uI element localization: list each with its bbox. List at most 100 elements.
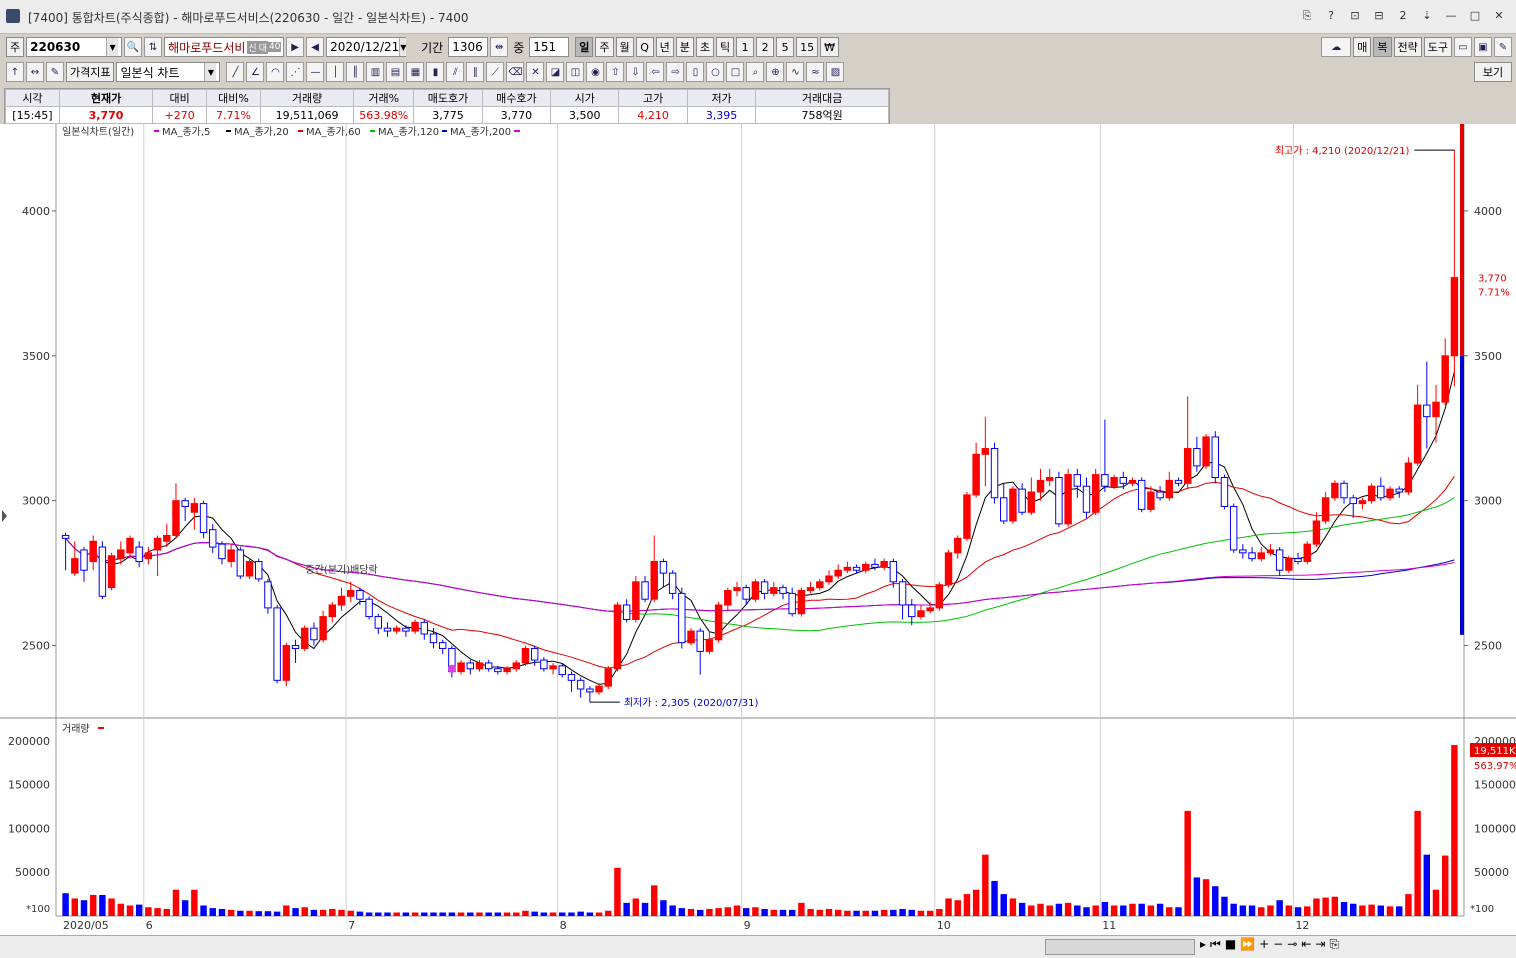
wrench-icon[interactable]: ✎ xyxy=(1494,37,1512,57)
middle-input[interactable]: 151 xyxy=(529,37,570,57)
close-button[interactable]: ✕ xyxy=(1488,6,1510,26)
first-icon[interactable]: ⇤ xyxy=(1301,937,1311,952)
chevron-down-icon[interactable]: ▼ xyxy=(106,38,119,56)
arrows-horizontal-icon[interactable]: ↔ xyxy=(26,62,44,82)
interval-week[interactable]: 주 xyxy=(595,37,614,57)
draw-hline-icon[interactable]: — xyxy=(306,62,325,82)
interval-day[interactable]: 일 xyxy=(575,37,594,57)
window-button-3[interactable]: ⊟ xyxy=(1368,6,1390,26)
draw-parallel-icon[interactable]: ∥ xyxy=(466,62,485,82)
zoom-settings-icon[interactable]: ⊕ xyxy=(766,62,785,82)
stop-icon[interactable]: ■ xyxy=(1225,937,1236,952)
view-button[interactable]: 보기 xyxy=(1474,62,1512,82)
down-arrow-icon[interactable]: ⇩ xyxy=(626,62,645,82)
search-icon[interactable]: 🔍 xyxy=(124,37,143,57)
quote-header: 현재가 xyxy=(58,89,154,107)
sort-icon[interactable]: ⇅ xyxy=(144,37,163,57)
rewind-icon[interactable]: ⏮ xyxy=(1210,937,1221,952)
horizontal-scrollbar[interactable] xyxy=(1045,939,1195,955)
draw-fan-icon[interactable]: ⋰ xyxy=(286,62,305,82)
play-forward-icon[interactable]: ▶ xyxy=(286,37,305,57)
interval-2[interactable]: 2 xyxy=(756,37,775,57)
multi-button[interactable]: 복 xyxy=(1373,37,1392,57)
trade-button[interactable]: 매 xyxy=(1353,37,1372,57)
quote-ask: 3,775 xyxy=(413,106,483,124)
circle-icon[interactable]: ○ xyxy=(706,62,725,82)
zoom-icon[interactable]: ⌕ xyxy=(746,62,765,82)
properties-icon[interactable]: ◫ xyxy=(566,62,585,82)
eraser-icon[interactable]: ⌫ xyxy=(506,62,525,82)
interval-year[interactable]: 년 xyxy=(655,37,674,57)
period-input[interactable]: 1306 xyxy=(448,37,489,57)
maximize-button[interactable]: □ xyxy=(1464,6,1486,26)
interval-second[interactable]: 초 xyxy=(695,37,715,57)
draw-table-icon[interactable]: ▤ xyxy=(386,62,405,82)
interval-tick[interactable]: 틱 xyxy=(716,37,735,57)
draw-grid-icon[interactable]: ▥ xyxy=(366,62,385,82)
candle-body xyxy=(494,668,502,673)
code-input[interactable]: 220630 ▼ xyxy=(26,37,123,57)
folder-icon[interactable]: ▭ xyxy=(1454,37,1472,57)
cloud-icon[interactable]: ☁ xyxy=(1321,37,1352,57)
window-button-5[interactable]: ⇣ xyxy=(1416,6,1438,26)
window-button-0[interactable]: ⎘ xyxy=(1296,6,1318,26)
indicator-wave-icon[interactable]: ≈ xyxy=(806,62,825,82)
minimize-button[interactable]: — xyxy=(1440,6,1462,26)
interval-1[interactable]: 1 xyxy=(736,37,755,57)
chevron-down-icon[interactable]: ▼ xyxy=(204,63,217,81)
window-button-2[interactable]: ⊡ xyxy=(1344,6,1366,26)
fast-forward-icon[interactable]: ⏩ xyxy=(1240,937,1255,952)
play-next-icon[interactable]: ▸ xyxy=(1200,937,1206,952)
zoom-out-icon[interactable]: − xyxy=(1273,937,1283,952)
tools-button[interactable]: 도구 xyxy=(1423,37,1452,57)
chart-type-select[interactable]: 일본식 차트 ▼ xyxy=(116,62,221,82)
draw-vlines-icon[interactable]: ║ xyxy=(346,62,365,82)
camera-icon[interactable]: ◉ xyxy=(586,62,605,82)
zoom-in-icon[interactable]: + xyxy=(1259,937,1269,952)
interval-15[interactable]: 15 xyxy=(796,37,819,57)
color-icon[interactable]: ◪ xyxy=(546,62,565,82)
export-icon[interactable]: ⎘ xyxy=(1329,937,1339,952)
tools-cross-icon[interactable]: ✕ xyxy=(526,62,545,82)
zoom-slider-icon[interactable]: ⊸ xyxy=(1287,937,1297,952)
arrow-up-icon[interactable]: ↑ xyxy=(6,62,24,82)
window-button-1[interactable]: ? xyxy=(1320,6,1342,26)
left-arrow-icon[interactable]: ⇦ xyxy=(646,62,665,82)
market-button[interactable]: 주 xyxy=(6,37,25,57)
interval-minute[interactable]: 분 xyxy=(675,37,694,57)
chart-area[interactable]: 2020/05 6 7 8 9 10 11 12 2500 2500 3000 3000 3500 350… xyxy=(0,124,1516,958)
play-back-icon[interactable]: ◀ xyxy=(306,37,325,57)
draw-line-icon[interactable]: ╱ xyxy=(226,62,245,82)
volume-bar xyxy=(80,900,88,916)
document-icon[interactable]: ▯ xyxy=(686,62,705,82)
interval-5[interactable]: 5 xyxy=(776,37,795,57)
draw-arc-icon[interactable]: ◠ xyxy=(266,62,285,82)
save-icon[interactable]: ▣ xyxy=(1474,37,1492,57)
candle-body xyxy=(1257,552,1265,560)
draw-columns-icon[interactable]: ▮ xyxy=(426,62,445,82)
up-arrow-icon[interactable]: ⇧ xyxy=(606,62,625,82)
edit-icon[interactable]: ✎ xyxy=(46,62,64,82)
volume-bar xyxy=(936,908,943,916)
last-icon[interactable]: ⇥ xyxy=(1315,937,1325,952)
strategy-button[interactable]: 전략 xyxy=(1393,37,1422,57)
rectangle-icon[interactable]: □ xyxy=(726,62,745,82)
date-input[interactable]: 2020/12/21 ▼ xyxy=(326,37,407,57)
right-arrow-icon[interactable]: ⇨ xyxy=(666,62,685,82)
interval-won[interactable]: ₩ xyxy=(820,37,840,57)
image-icon[interactable]: ▨ xyxy=(826,62,845,82)
draw-channel-icon[interactable]: ⫽ xyxy=(446,62,465,82)
draw-ray-icon[interactable]: ⟋ xyxy=(486,62,505,82)
draw-angle-icon[interactable]: ∠ xyxy=(246,62,265,82)
indicator-button[interactable]: 가격지표 xyxy=(66,62,115,82)
wave-icon[interactable]: ∿ xyxy=(786,62,805,82)
interval-month[interactable]: 월 xyxy=(615,37,634,57)
chevron-down-icon[interactable]: ▼ xyxy=(399,38,407,56)
draw-bars-icon[interactable]: ▦ xyxy=(406,62,425,82)
price-volume-chart[interactable]: 2020/05 6 7 8 9 10 11 12 2500 2500 3000 3000 3500 350… xyxy=(0,124,1516,936)
period-adjust-icon[interactable]: ⇹ xyxy=(490,37,509,57)
interval-quarter[interactable]: Q xyxy=(635,37,654,57)
draw-vline-icon[interactable]: │ xyxy=(326,62,345,82)
candle-body xyxy=(843,566,852,571)
window-button-4[interactable]: 2 xyxy=(1392,6,1414,26)
